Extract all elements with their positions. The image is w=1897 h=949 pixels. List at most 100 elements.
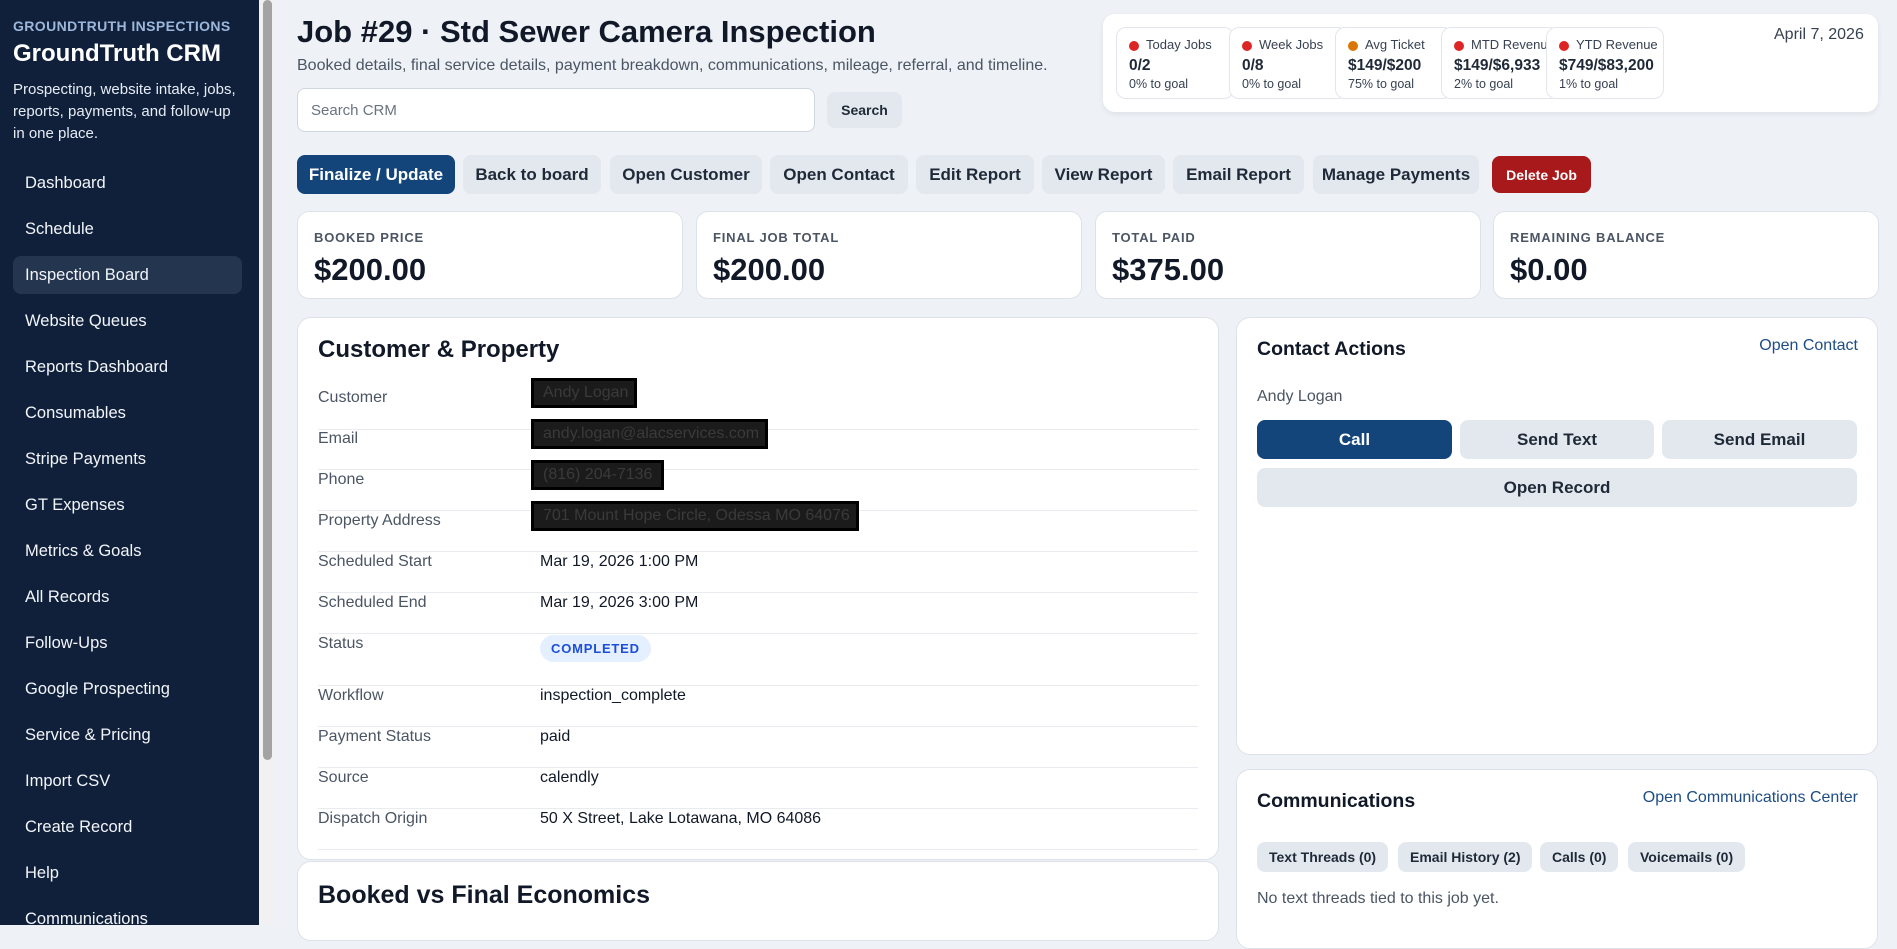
sidebar-item-follow-ups[interactable]: Follow-Ups: [13, 624, 242, 662]
status-dot-icon: [1454, 41, 1464, 51]
sidebar-item-website-queues[interactable]: Website Queues: [13, 302, 242, 340]
info-value: Mar 19, 2026 3:00 PM: [540, 594, 699, 611]
brand-company-name: GROUNDTRUTH INSPECTIONS: [13, 18, 231, 34]
summary-value: $200.00: [314, 252, 427, 287]
summary-card-total-paid: TOTAL PAID $375.00: [1095, 211, 1481, 299]
tab-text-threads[interactable]: Text Threads (0): [1257, 842, 1389, 872]
back-to-board-button[interactable]: Back to board: [463, 155, 601, 194]
current-date: April 7, 2026: [1774, 26, 1864, 43]
sidebar-item-service-pricing[interactable]: Service & Pricing: [13, 716, 242, 754]
sidebar-item-help[interactable]: Help: [13, 854, 242, 892]
view-report-button[interactable]: View Report: [1042, 155, 1165, 194]
sidebar-item-schedule[interactable]: Schedule: [13, 210, 242, 248]
tab-calls[interactable]: Calls (0): [1540, 842, 1619, 872]
summary-value: $0.00: [1510, 252, 1588, 287]
info-label: Source: [318, 769, 369, 786]
redacted-value: andy.logan@alacservices.com: [531, 419, 768, 449]
contact-name: Andy Logan: [1257, 388, 1343, 405]
info-value: 701 Mount Hope Circle, Odessa MO 64076: [543, 507, 850, 524]
info-label: Workflow: [318, 687, 384, 704]
page-title: Job #29 · Std Sewer Camera Inspection: [297, 14, 876, 49]
send-text-button[interactable]: Send Text: [1460, 420, 1654, 459]
sidebar-item-reports-dashboard[interactable]: Reports Dashboard: [13, 348, 242, 386]
sidebar-item-inspection-board[interactable]: Inspection Board: [13, 256, 242, 294]
metric-card-today-jobs: Today Jobs 0/2 0% to goal: [1116, 27, 1234, 99]
sidebar-item-import-csv[interactable]: Import CSV: [13, 762, 242, 800]
open-record-button[interactable]: Open Record: [1257, 468, 1857, 507]
metric-value: 0/8: [1242, 57, 1264, 74]
info-row-workflow: Workflow inspection_complete: [318, 685, 1198, 727]
info-row-property-address: Property Address 701 Mount Hope Circle, O…: [318, 501, 1198, 552]
sidebar-item-stripe-payments[interactable]: Stripe Payments: [13, 440, 242, 478]
sidebar-item-metrics-goals[interactable]: Metrics & Goals: [13, 532, 242, 570]
sidebar: GROUNDTRUTH INSPECTIONS GroundTruth CRM …: [0, 0, 259, 925]
status-dot-icon: [1559, 41, 1569, 51]
open-contact-link[interactable]: Open Contact: [1759, 337, 1858, 355]
info-value: paid: [540, 728, 571, 745]
info-value: Mar 19, 2026 1:00 PM: [540, 553, 699, 570]
info-label: Payment Status: [318, 728, 431, 745]
status-dot-icon: [1348, 41, 1358, 51]
economics-panel-title: Booked vs Final Economics: [318, 881, 651, 909]
info-value: Andy Logan: [543, 384, 629, 401]
metric-goal: 1% to goal: [1559, 77, 1619, 91]
delete-job-button[interactable]: Delete Job: [1492, 156, 1591, 193]
sidebar-item-gt-expenses[interactable]: GT Expenses: [13, 486, 242, 524]
status-dot-icon: [1242, 41, 1252, 51]
info-row-email: Email andy.logan@alacservices.com: [318, 419, 1198, 470]
metric-value: $149/$200: [1348, 57, 1422, 74]
metric-goal: 0% to goal: [1242, 77, 1302, 91]
summary-label: FINAL JOB TOTAL: [713, 230, 840, 245]
call-button[interactable]: Call: [1257, 420, 1452, 459]
sidebar-item-create-record[interactable]: Create Record: [13, 808, 242, 846]
summary-label: TOTAL PAID: [1112, 230, 1196, 245]
summary-card-remaining-balance: REMAINING BALANCE $0.00: [1493, 211, 1879, 299]
open-communications-center-link[interactable]: Open Communications Center: [1643, 789, 1858, 807]
metric-goal: 2% to goal: [1454, 77, 1514, 91]
search-input[interactable]: [297, 88, 815, 132]
info-label: Dispatch Origin: [318, 810, 428, 827]
metric-card-mtd-revenue: MTD Revenue $149/$6,933 2% to goal: [1441, 27, 1559, 99]
metric-card-week-jobs: Week Jobs 0/8 0% to goal: [1229, 27, 1347, 99]
info-value: inspection_complete: [540, 687, 686, 704]
info-row-scheduled-start: Scheduled Start Mar 19, 2026 1:00 PM: [318, 551, 1198, 593]
metric-card-avg-ticket: Avg Ticket $149/$200 75% to goal: [1335, 27, 1453, 99]
info-row-dispatch-origin: Dispatch Origin 50 X Street, Lake Lotawan…: [318, 808, 1198, 850]
finalize-update-button[interactable]: Finalize / Update: [297, 155, 455, 194]
summary-label: BOOKED PRICE: [314, 230, 425, 245]
tab-email-history[interactable]: Email History (2): [1398, 842, 1533, 872]
info-value: andy.logan@alacservices.com: [543, 425, 760, 442]
info-row-source: Source calendly: [318, 767, 1198, 809]
info-value: calendly: [540, 769, 599, 786]
edit-report-button[interactable]: Edit Report: [916, 155, 1034, 194]
send-email-button[interactable]: Send Email: [1662, 420, 1857, 459]
metric-label: YTD Revenue: [1576, 37, 1658, 52]
sidebar-item-communications[interactable]: Communications: [13, 900, 242, 925]
info-label: Property Address: [318, 512, 441, 529]
metric-value: $749/$83,200: [1559, 57, 1654, 74]
open-contact-button[interactable]: Open Contact: [770, 155, 908, 194]
redacted-value: Andy Logan: [531, 378, 637, 408]
search-button[interactable]: Search: [827, 92, 902, 128]
page-subtitle: Booked details, final service details, p…: [297, 57, 1048, 74]
sidebar-item-dashboard[interactable]: Dashboard: [13, 164, 242, 202]
sidebar-item-all-records[interactable]: All Records: [13, 578, 242, 616]
metric-label: MTD Revenue: [1471, 37, 1555, 52]
info-label: Scheduled End: [318, 594, 427, 611]
summary-value: $200.00: [713, 252, 826, 287]
communications-empty-message: No text threads tied to this job yet.: [1257, 890, 1499, 907]
sidebar-item-consumables[interactable]: Consumables: [13, 394, 242, 432]
sidebar-item-google-prospecting[interactable]: Google Prospecting: [13, 670, 242, 708]
email-report-button[interactable]: Email Report: [1173, 155, 1304, 194]
communications-panel: Communications Open Communications Cente…: [1236, 769, 1878, 949]
open-customer-button[interactable]: Open Customer: [610, 155, 762, 194]
metric-label: Today Jobs: [1146, 37, 1212, 52]
manage-payments-button[interactable]: Manage Payments: [1313, 155, 1479, 194]
redacted-value: 701 Mount Hope Circle, Odessa MO 64076: [531, 501, 859, 531]
metric-value: 0/2: [1129, 57, 1151, 74]
tab-voicemails[interactable]: Voicemails (0): [1628, 842, 1746, 872]
metric-value: $149/$6,933: [1454, 57, 1541, 74]
sidebar-scrollbar-thumb[interactable]: [263, 0, 272, 760]
info-label: Status: [318, 635, 364, 652]
summary-card-booked-price: BOOKED PRICE $200.00: [297, 211, 683, 299]
